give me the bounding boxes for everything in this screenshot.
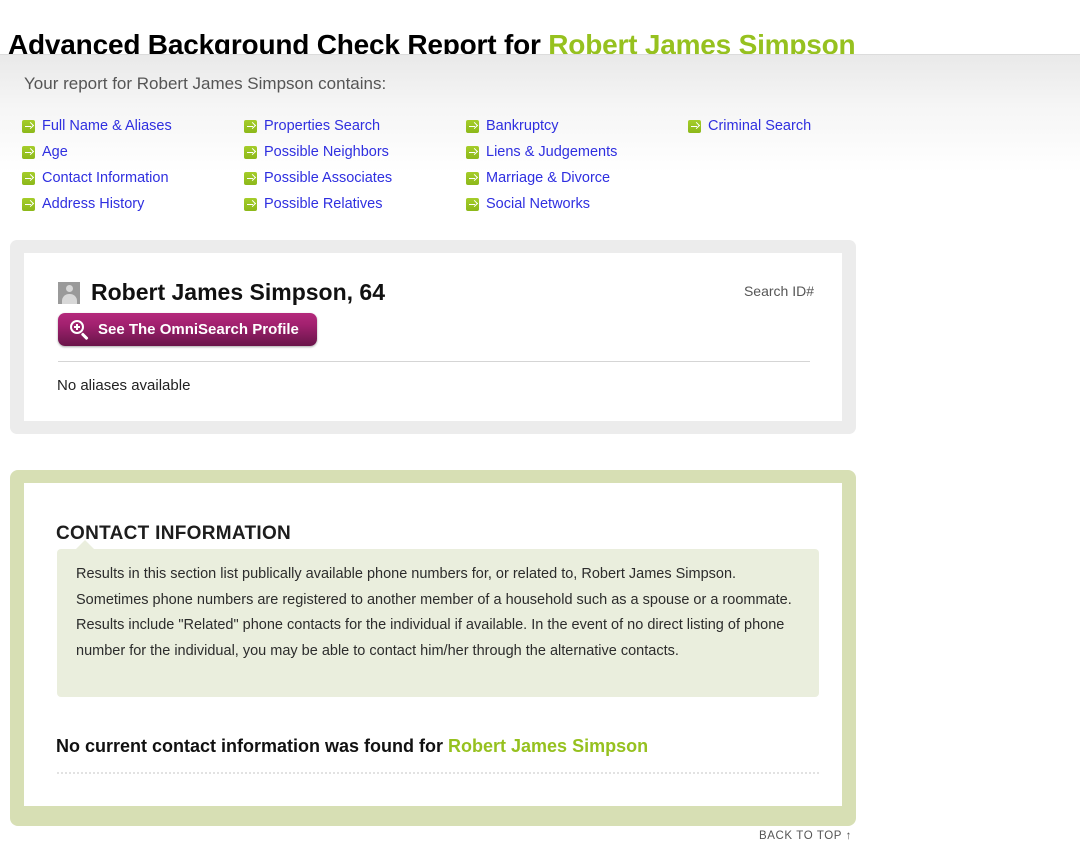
dotted-divider — [57, 772, 819, 774]
contents-link-address-history[interactable]: Address History — [42, 196, 144, 212]
arrow-right-icon — [22, 198, 35, 211]
contents-heading: Your report for Robert James Simpson con… — [24, 74, 386, 94]
arrow-right-icon — [244, 172, 257, 185]
report-page: Advanced Background Check Report for Rob… — [0, 0, 1080, 849]
contents-item[interactable]: Liens & Judgements — [466, 139, 688, 165]
contents-link-properties-search[interactable]: Properties Search — [264, 118, 380, 134]
contents-link-possible-associates[interactable]: Possible Associates — [264, 170, 392, 186]
no-contact-results-text: No current contact information was found… — [56, 736, 648, 757]
contact-information-description-box: Results in this section list publically … — [57, 549, 819, 697]
arrow-right-icon — [244, 198, 257, 211]
person-name-age: Robert James Simpson, 64 — [91, 279, 385, 306]
aliases-status-text: No aliases available — [57, 377, 190, 394]
contents-item[interactable]: Marriage & Divorce — [466, 165, 688, 191]
arrow-right-icon — [22, 172, 35, 185]
contents-item[interactable]: Full Name & Aliases — [22, 113, 244, 139]
arrow-right-icon — [466, 120, 479, 133]
contents-column-3: Bankruptcy Liens & Judgements Marriage &… — [466, 113, 688, 217]
person-summary-panel: Robert James Simpson, 64 Search ID# See … — [10, 240, 856, 434]
no-contact-subject: Robert James Simpson — [448, 736, 648, 756]
contents-link-marriage-divorce[interactable]: Marriage & Divorce — [486, 170, 610, 186]
contents-item[interactable]: Age — [22, 139, 244, 165]
person-header: Robert James Simpson, 64 — [58, 279, 385, 306]
contents-column-1: Full Name & Aliases Age Contact Informat… — [22, 113, 244, 217]
person-placeholder-icon — [58, 282, 80, 304]
contents-link-full-name-aliases[interactable]: Full Name & Aliases — [42, 118, 172, 134]
contents-column-2: Properties Search Possible Neighbors Pos… — [244, 113, 466, 217]
contents-link-bankruptcy[interactable]: Bankruptcy — [486, 118, 559, 134]
search-id-label: Search ID# — [744, 283, 814, 299]
contents-link-possible-relatives[interactable]: Possible Relatives — [264, 196, 382, 212]
no-contact-prefix: No current contact information was found… — [56, 736, 448, 756]
contents-link-criminal-search[interactable]: Criminal Search — [708, 118, 811, 134]
contents-item[interactable]: Possible Associates — [244, 165, 466, 191]
back-to-top-link[interactable]: BACK TO TOP ↑ — [759, 830, 852, 842]
contents-item[interactable]: Properties Search — [244, 113, 466, 139]
arrow-right-icon — [244, 120, 257, 133]
contact-information-panel: CONTACT INFORMATION Results in this sect… — [10, 470, 856, 826]
contents-link-social-networks[interactable]: Social Networks — [486, 196, 590, 212]
arrow-right-icon — [466, 172, 479, 185]
contents-link-age[interactable]: Age — [42, 144, 68, 160]
contents-link-liens-judgements[interactable]: Liens & Judgements — [486, 144, 617, 160]
arrow-right-icon — [466, 146, 479, 159]
report-contents-panel: Your report for Robert James Simpson con… — [0, 54, 1080, 222]
magnifier-plus-icon — [70, 320, 89, 339]
contents-item[interactable]: Criminal Search — [688, 113, 811, 139]
contact-information-card: CONTACT INFORMATION Results in this sect… — [24, 483, 842, 806]
arrow-right-icon — [466, 198, 479, 211]
contents-item[interactable]: Possible Neighbors — [244, 139, 466, 165]
contents-item[interactable]: Address History — [22, 191, 244, 217]
person-summary-card: Robert James Simpson, 64 Search ID# See … — [24, 253, 842, 421]
contact-information-description: Results in this section list publically … — [76, 562, 800, 664]
arrow-right-icon — [688, 120, 701, 133]
see-omnisearch-profile-label: See The OmniSearch Profile — [98, 321, 299, 338]
contents-item[interactable]: Contact Information — [22, 165, 244, 191]
contents-link-contact-information[interactable]: Contact Information — [42, 170, 169, 186]
contents-item[interactable]: Possible Relatives — [244, 191, 466, 217]
contents-item[interactable]: Social Networks — [466, 191, 688, 217]
see-omnisearch-profile-button[interactable]: See The OmniSearch Profile — [58, 313, 317, 346]
arrow-right-icon — [244, 146, 257, 159]
arrow-right-icon — [22, 120, 35, 133]
divider — [58, 361, 810, 362]
contents-column-4: Criminal Search — [688, 113, 811, 217]
contents-columns: Full Name & Aliases Age Contact Informat… — [22, 113, 1062, 217]
contents-link-possible-neighbors[interactable]: Possible Neighbors — [264, 144, 389, 160]
arrow-right-icon — [22, 146, 35, 159]
contents-item[interactable]: Bankruptcy — [466, 113, 688, 139]
